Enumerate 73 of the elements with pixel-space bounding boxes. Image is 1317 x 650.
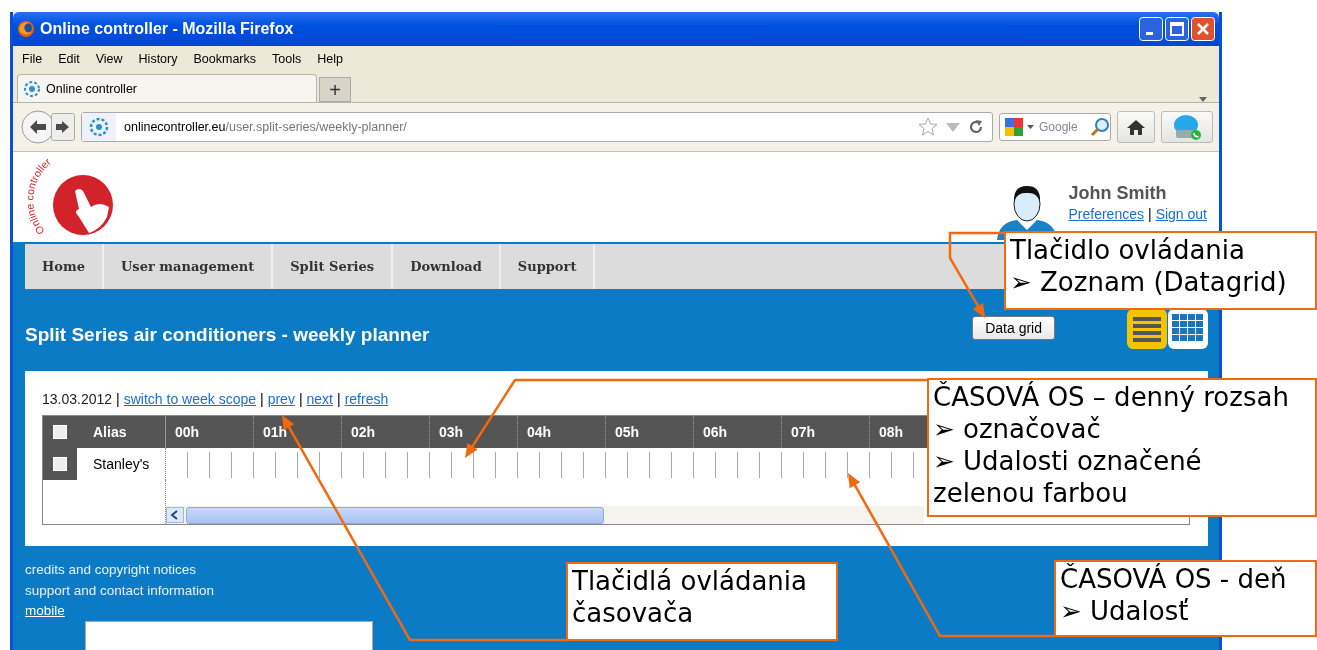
minimize-button[interactable]: [1139, 17, 1163, 41]
planner-link[interactable]: next: [306, 391, 333, 407]
menu-item[interactable]: Bookmarks: [186, 49, 265, 68]
planner-link[interactable]: prev: [267, 391, 295, 407]
cloud-phone-icon: [1172, 113, 1202, 141]
site-icon: [23, 79, 41, 98]
separator: |: [116, 391, 120, 407]
callout-bullet: ➢ Udalosť: [1060, 595, 1190, 627]
firefox-icon: [17, 20, 35, 38]
hour-header: 04h: [518, 416, 606, 448]
home-icon: [1127, 119, 1145, 135]
menu-item[interactable]: View: [88, 49, 132, 68]
data-grid-button[interactable]: Data grid: [972, 316, 1055, 340]
google-icon[interactable]: [1004, 117, 1024, 137]
separator: |: [298, 391, 303, 407]
separator: |: [260, 391, 264, 407]
nav-item[interactable]: Split Series: [273, 244, 394, 289]
reload-icon[interactable]: [968, 119, 984, 135]
new-tab-button[interactable]: +: [319, 77, 351, 102]
search-icon[interactable]: [1090, 117, 1110, 137]
callout-bullet: ➢ Zoznam (Datagrid): [1010, 266, 1288, 298]
hour-header: 05h: [606, 416, 694, 448]
site-icon: [82, 113, 116, 141]
horizontal-scrollbar[interactable]: [166, 506, 924, 524]
nav-item[interactable]: User management: [104, 244, 274, 289]
user-name: John Smith: [1068, 183, 1168, 204]
url-text: onlinecontroller.eu/user.split-series/weekly-planner/: [124, 120, 407, 134]
footer-link[interactable]: mobile: [25, 603, 65, 618]
hour-header: 07h: [782, 416, 870, 448]
callout-title: Tlačidlo ovládania: [1010, 234, 1246, 266]
planner-link[interactable]: switch to week scope: [123, 391, 256, 407]
page-heading: Split Series air conditioners - weekly planner: [25, 324, 430, 346]
list-view-button[interactable]: [1127, 309, 1167, 349]
hour-header: 06h: [694, 416, 782, 448]
address-field[interactable]: onlinecontroller.eu/user.split-series/weekly-planner/: [81, 112, 993, 142]
separator: |: [1148, 206, 1152, 222]
scroll-left-button[interactable]: [166, 507, 184, 523]
checkbox[interactable]: [53, 425, 67, 439]
callout-title: ČASOVÁ OS - deň: [1060, 563, 1288, 595]
callout-title: ČASOVÁ OS – denný rozsah: [933, 381, 1290, 413]
checkbox[interactable]: [53, 457, 67, 471]
callout-bullet: ➢ Udalosti označené zelenou farbou: [933, 445, 1203, 509]
caret-icon[interactable]: [1027, 125, 1034, 129]
separator: |: [337, 391, 341, 407]
callout-title: Tlačidlá ovládania časovača: [572, 565, 808, 629]
scroll-thumb[interactable]: [186, 506, 604, 524]
user-link[interactable]: Sign out: [1155, 206, 1207, 222]
date-text: 13.03.2012: [42, 391, 113, 407]
star-icon[interactable]: [918, 117, 938, 137]
menu-item[interactable]: Tools: [265, 49, 311, 68]
browser-tab[interactable]: Online controller: [17, 74, 317, 102]
hour-header: 00h: [166, 416, 254, 448]
home-button[interactable]: [1117, 111, 1155, 143]
phone-button[interactable]: [1161, 111, 1213, 143]
search-field[interactable]: Google: [999, 113, 1111, 141]
nav-item[interactable]: Support: [500, 244, 596, 289]
nav-item[interactable]: Download: [393, 244, 501, 289]
forward-button[interactable]: [51, 113, 75, 141]
tab-label: Online controller: [46, 81, 137, 96]
window-title: Online controller - Mozilla Firefox: [40, 20, 294, 38]
hour-header: 02h: [342, 416, 430, 448]
menu-item[interactable]: History: [131, 49, 187, 68]
nav-item[interactable]: Home: [25, 244, 104, 289]
maximize-button[interactable]: [1165, 17, 1189, 41]
footer-text: support and contact information: [25, 581, 215, 600]
menu-item[interactable]: Edit: [51, 49, 89, 68]
menu-item[interactable]: File: [15, 49, 52, 68]
menu-item[interactable]: Help: [310, 49, 352, 68]
footer-text: credits and copyright notices: [25, 561, 197, 579]
close-button[interactable]: [1191, 17, 1215, 41]
planner-link[interactable]: refresh: [344, 391, 389, 407]
grid-view-button[interactable]: [1168, 309, 1208, 349]
user-link[interactable]: Preferences: [1068, 206, 1144, 222]
